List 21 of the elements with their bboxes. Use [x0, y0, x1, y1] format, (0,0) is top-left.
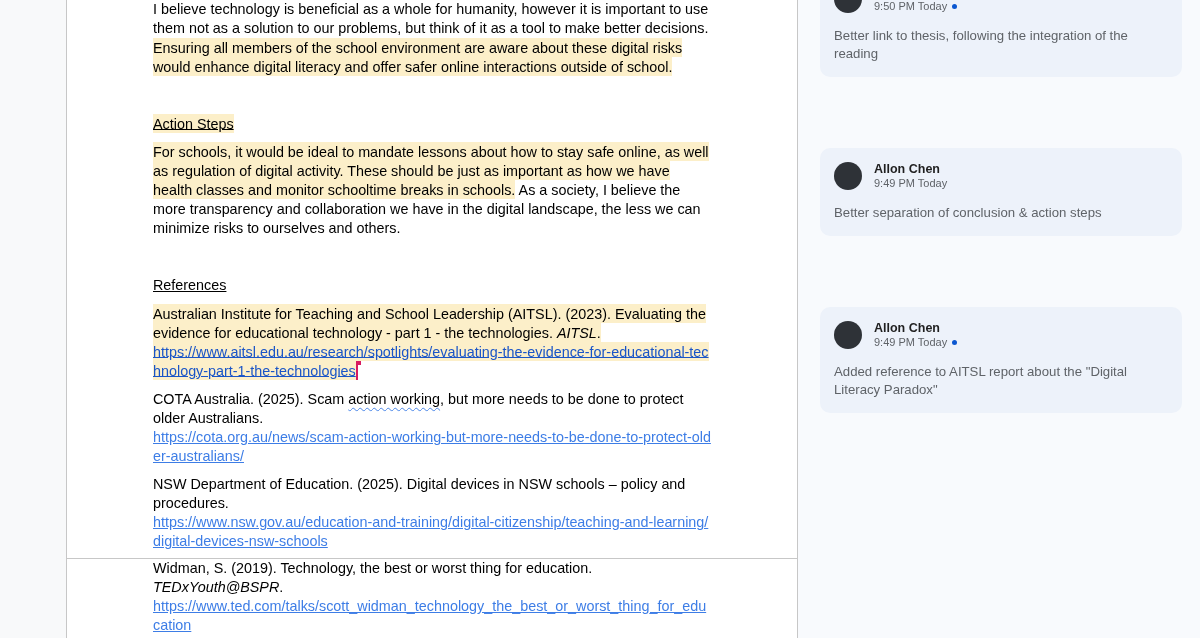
- avatar-icon: [834, 321, 862, 349]
- avatar-icon: [834, 162, 862, 190]
- section-heading: References: [153, 275, 228, 295]
- comment-text: Better separation of conclusion & action steps: [834, 204, 1103, 222]
- reference-entry: Australian Institute for Teaching and School Leadership (AITSL). (2023). Evaluating the evidence for educational technology - part 1 - the technologies. AITSL.: [153, 304, 707, 342]
- reference-entry: COTA Australia. (2025). Scam action working, but more needs to be done to protect older Australians.: [153, 389, 685, 428]
- comment-text: Added reference to AITSL report about the "Digital Literacy Paradox": [834, 363, 1129, 399]
- reference-link[interactable]: https://www.nsw.gov.au/education-and-training/digital-citizenship/teaching-and-learning/digital-devices-nsw-schools: [153, 513, 711, 551]
- author-name: Allon Chen: [874, 162, 941, 177]
- reference-link[interactable]: https://www.ted.com/talks/scott_widman_technology_the_best_or_worst_thing_for_education: [153, 597, 711, 635]
- reference-entry: NSW Department of Education. (2025). Digital devices in NSW schools – policy and procedures.: [153, 475, 687, 513]
- body-paragraph: I believe technology is beneficial as a whole for humanity, however it is important to use them not as a solution to our problems, but think of it as a tool to make better decisions. Ensuring all members of the school environment are aware about these digital risks would enhance digital literacy and offer safer online interactions outside of school.: [153, 0, 710, 76]
- reference-entry: Widman, S. (2019). Technology, the best or worst thing for education. TEDxYouth@BSPR.: [153, 559, 594, 597]
- section-heading: Action Steps: [153, 114, 235, 133]
- reference-link[interactable]: https://cota.org.au/news/scam-action-working-but-more-needs-to-be-done-to-protect-older-australians/: [153, 427, 711, 466]
- comment-time: 9:50 PM Today: [874, 0, 948, 13]
- comment-time: 9:49 PM Today: [874, 177, 948, 190]
- comment-text: Better link to thesis, following the integration of the reading: [834, 27, 1129, 63]
- comment-time: 9:49 PM Today: [874, 336, 948, 349]
- reference-link[interactable]: https://www.aitsl.edu.au/research/spotlights/evaluating-the-evidence-for-educational-technology-part-1-the-technologies: [153, 342, 711, 380]
- author-name: Allon Chen: [874, 321, 941, 336]
